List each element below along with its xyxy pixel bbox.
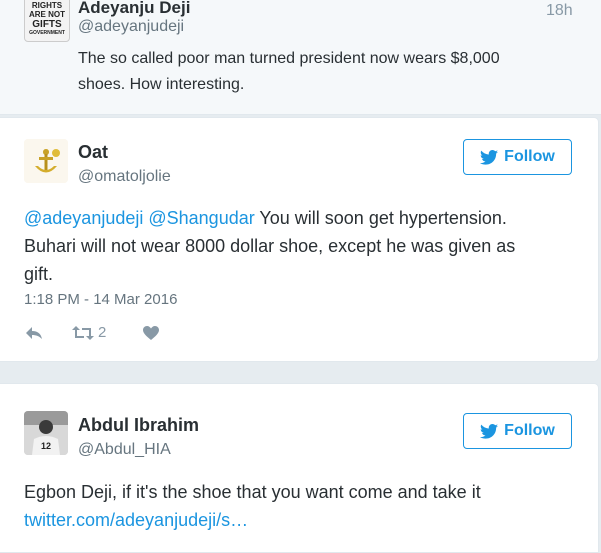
mention-link[interactable]: @adeyanjudeji (24, 208, 143, 228)
tweet-text-line: Egbon Deji, if it's the shoe that you wa… (24, 482, 481, 502)
tweet-card: 12 Abdul Ibrahim @Abdul_HIA Follow Egbon… (0, 383, 599, 553)
anchor-charm-icon (24, 139, 68, 183)
twitter-bird-icon (480, 149, 499, 165)
author-name[interactable]: Oat (78, 142, 108, 163)
tweet-text-line: @adeyanjudeji @Shangudar You will soon g… (24, 204, 584, 232)
retweet-count: 2 (98, 324, 107, 341)
follow-label: Follow (504, 148, 555, 165)
time-ago[interactable]: 18h (546, 2, 573, 20)
reply-icon (26, 326, 42, 339)
svg-text:12: 12 (41, 441, 51, 451)
tweet-text-line: shoes. How interesting. (78, 76, 245, 93)
author-name[interactable]: Adeyanju Deji (78, 0, 190, 18)
follow-label: Follow (504, 422, 555, 439)
avatar-text: ARE NOT (29, 10, 65, 19)
player-photo-icon: 12 (24, 411, 68, 455)
avatar-text: RIGHTS (31, 1, 63, 10)
reply-button[interactable] (24, 325, 72, 341)
avatar-text: GOVERNMENT (29, 30, 65, 36)
context-tweet: RIGHTS ARE NOT GIFTS GOVERNMENT Adeyanju… (0, 0, 601, 115)
retweet-icon (72, 325, 94, 340)
tweet-text-line: gift. (24, 264, 54, 284)
tweet-card: Oat @omatoljolie Follow @adeyanjudeji @S… (0, 117, 599, 362)
tweet-text-line: Buhari will not wear 8000 dollar shoe, e… (24, 236, 516, 256)
avatar[interactable] (24, 139, 68, 183)
author-handle[interactable]: @adeyanjudeji (78, 18, 184, 36)
avatar[interactable]: RIGHTS ARE NOT GIFTS GOVERNMENT (24, 0, 70, 42)
author-handle[interactable]: @omatoljolie (78, 168, 171, 186)
tweet-actions: 2 (24, 324, 160, 341)
tweet-timestamp[interactable]: 1:18 PM - 14 Mar 2016 (24, 291, 177, 308)
follow-button[interactable]: Follow (463, 413, 572, 449)
like-icon (143, 325, 159, 340)
avatar-text: GIFTS (32, 19, 62, 30)
author-handle[interactable]: @Abdul_HIA (78, 441, 171, 459)
tweet-text-segment: You will soon get hypertension. (254, 208, 507, 228)
tweet-text-line: The so called poor man turned president … (78, 50, 500, 67)
tweet-text: The so called poor man turned president … (78, 46, 500, 98)
mention-link[interactable]: @Shangudar (148, 208, 254, 228)
author-name[interactable]: Abdul Ibrahim (78, 415, 199, 436)
tweet-text: Egbon Deji, if it's the shoe that you wa… (24, 478, 584, 534)
tweet-text: @adeyanjudeji @Shangudar You will soon g… (24, 204, 584, 288)
avatar[interactable]: 12 (24, 411, 68, 455)
follow-button[interactable]: Follow (463, 139, 572, 175)
twitter-bird-icon (480, 423, 499, 439)
tweet-link[interactable]: twitter.com/adeyanjudeji/s… (24, 510, 248, 530)
like-button[interactable] (142, 325, 160, 341)
retweet-button[interactable]: 2 (72, 324, 142, 341)
